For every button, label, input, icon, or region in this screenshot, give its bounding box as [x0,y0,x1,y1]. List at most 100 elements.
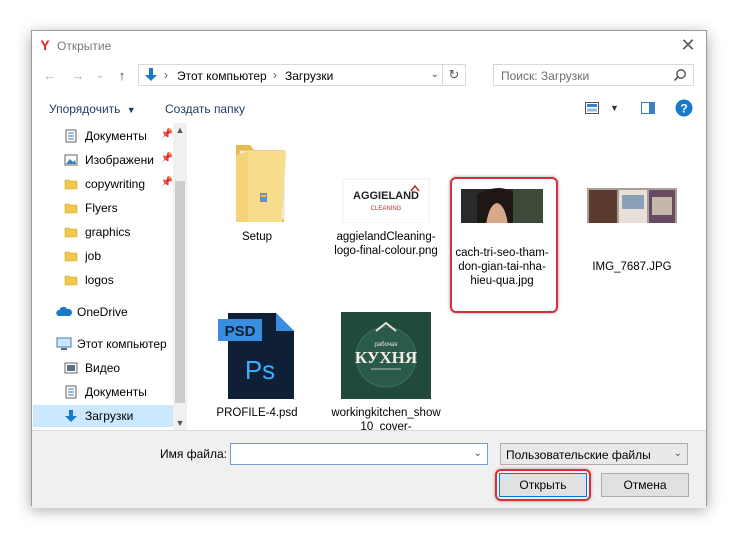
filetype-select[interactable]: Пользовательские файлы ⌄ [500,443,688,465]
breadcrumb-this-pc[interactable]: Этот компьютер [177,69,267,83]
downloads-icon [65,410,77,422]
image-thumbnail [461,188,543,223]
pin-icon: 📌 [160,177,173,188]
image-thumbnail: рабочая КУХНЯ [341,312,431,399]
image-thumbnail [587,188,677,223]
sidebar-item-label: copywriting [85,177,146,191]
pin-icon: 📌 [160,129,173,140]
folder-icon [64,227,78,238]
scroll-up-button[interactable]: ▲ [173,123,187,137]
thumb-text: PSD [225,323,256,340]
sidebar-item-this-pc[interactable]: Этот компьютер [33,333,173,355]
forward-button[interactable]: → [70,68,86,84]
pin-icon: 📌 [160,153,173,164]
new-folder-button[interactable]: Создать папку [165,102,245,116]
sidebar-item-logos[interactable]: logos [33,269,173,291]
search-placeholder: Поиск: Загрузки [501,69,590,83]
thumb-subtext: CLEANING [371,206,402,212]
thumb-text: AGGIELAND [353,190,419,202]
breadcrumb-downloads[interactable]: Загрузки [285,69,333,83]
sidebar-item-copywriting[interactable]: copywriting 📌 [33,173,173,195]
thumb-text: КУХНЯ [355,348,417,367]
view-options-icon[interactable] [585,102,599,114]
sidebar-item-onedrive[interactable]: OneDrive [33,301,173,323]
sidebar-item-label: Изображени [85,153,154,167]
bottom-panel: Имя файла: ⌄ Пользовательские файлы ⌄ От… [32,430,706,508]
chevron-down-icon: ⌄ [673,448,682,459]
file-name: aggielandCleaning-logo-final-colour.png [334,231,438,257]
chevron-down-icon: ▼ [126,105,136,115]
cloud-icon [56,306,72,316]
file-name: cach-tri-seo-tham-don-gian-tai-nha-hieu-… [455,247,549,287]
folder-icon [64,275,78,286]
breadcrumb-separator: › [164,68,168,82]
sidebar-item-label: logos [85,273,114,287]
svg-text:?: ? [680,102,687,116]
address-dropdown-icon[interactable]: ⌄ [431,69,439,80]
sidebar-item-label: graphics [85,225,131,239]
title-bar: Y Открытие ✕ [32,31,706,60]
sidebar-item-graphics[interactable]: graphics [33,221,173,243]
sidebar-item-pictures[interactable]: Изображени 📌 [33,149,173,171]
sidebar-scrollbar[interactable]: ▲ ▼ [173,123,187,430]
command-bar: Упорядочить ▼ Создать папку ▼ ? [32,93,706,123]
sidebar-item-label: Загрузки [85,409,134,423]
sidebar-item-downloads[interactable]: Загрузки [33,405,173,427]
video-icon [64,362,78,374]
file-item-setup[interactable]: Setup [202,133,312,253]
navigation-pane: Документы 📌 Изображени 📌 copywriting 📌 F… [33,123,187,430]
cancel-button[interactable]: Отмена [601,473,689,497]
open-button[interactable]: Открыть [499,473,587,497]
image-thumbnail: AGGIELAND CLEANING [342,178,430,223]
sidebar-item-documents-2[interactable]: Документы [33,381,173,403]
folder-icon [64,203,78,214]
sidebar-item-flyers[interactable]: Flyers [33,197,173,219]
address-bar[interactable]: › Этот компьютер › Загрузки ⌄ ↻ [138,64,466,86]
sidebar-item-label: Документы [85,385,147,399]
file-item-workingkitchen[interactable]: рабочая КУХНЯ workingkitchen_show10_cove… [331,309,441,449]
psd-file-icon: PSD Ps [218,313,294,399]
organize-label: Упорядочить [49,102,121,116]
view-dropdown-icon[interactable]: ▼ [610,103,619,113]
yandex-logo-icon: Y [40,37,50,53]
search-icon [673,69,686,82]
recent-locations-button[interactable]: ⌄ [92,68,108,84]
breadcrumb-separator: › [273,68,277,82]
sidebar-item-label: job [85,249,102,263]
open-file-dialog: Y Открытие ✕ ← → ⌄ ↑ › Этот компьютер › … [31,30,707,508]
help-icon[interactable]: ? [675,99,693,117]
file-name: PROFILE-4.psd [216,407,298,419]
sidebar-item-label: Flyers [85,201,118,215]
file-item-profile-psd[interactable]: PSD Ps PROFILE-4.psd [202,309,312,429]
chevron-down-icon[interactable]: ⌄ [474,448,482,459]
navigation-bar: ← → ⌄ ↑ › Этот компьютер › Загрузки ⌄ ↻ … [32,61,706,91]
file-item-aggieland[interactable]: AGGIELAND CLEANING aggielandCleaning-log… [331,133,441,273]
up-button[interactable]: ↑ [114,68,130,84]
close-button[interactable]: ✕ [678,35,698,55]
thumb-subtext: Ps [245,355,275,385]
file-list: Setup AGGIELAND CLEANING aggielandCleani… [188,123,706,447]
sidebar-item-label: OneDrive [77,305,128,319]
pictures-icon [64,154,78,166]
sidebar-item-video[interactable]: Видео [33,357,173,379]
preview-pane-icon[interactable] [641,102,655,114]
refresh-button[interactable]: ↻ [442,65,465,85]
window-title: Открытие [57,39,112,53]
back-button[interactable]: ← [42,68,58,84]
documents-icon [65,129,77,143]
sidebar-item-label: Этот компьютер [77,337,167,351]
file-item-cach-tri-seo[interactable]: cach-tri-seo-tham-don-gian-tai-nha-hieu-… [447,133,557,308]
file-item-img-7687[interactable]: IMG_7687.JPG [577,133,687,273]
sidebar-item-job[interactable]: job [33,245,173,267]
downloads-arrow-icon [145,68,157,81]
search-box[interactable]: Поиск: Загрузки [493,64,694,86]
organize-button[interactable]: Упорядочить ▼ [49,102,136,116]
scroll-down-button[interactable]: ▼ [173,416,187,430]
filename-input[interactable]: ⌄ [230,443,488,465]
file-name: IMG_7687.JPG [592,261,672,273]
scrollbar-thumb[interactable] [175,181,185,403]
documents-icon [65,385,77,399]
folder-icon [236,145,286,222]
computer-icon [56,337,72,350]
sidebar-item-documents[interactable]: Документы 📌 [33,125,173,147]
